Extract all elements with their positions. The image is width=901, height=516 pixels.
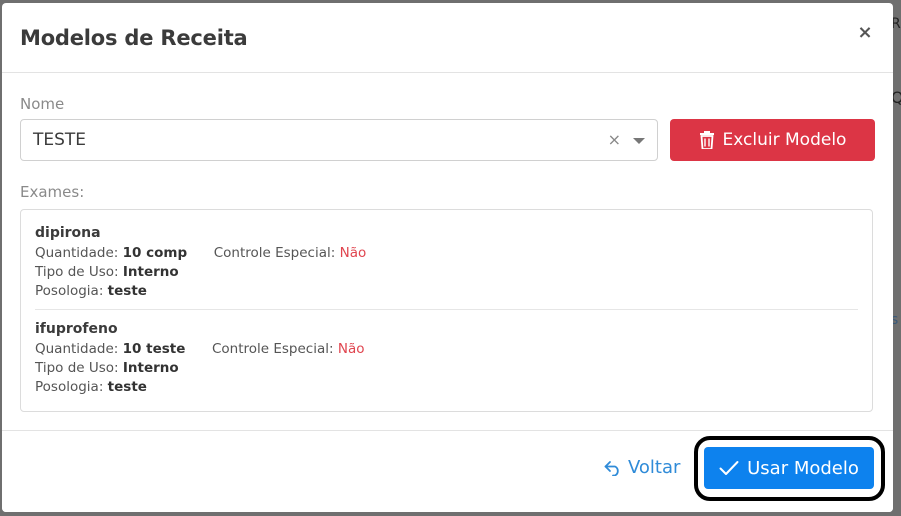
caret-down-icon[interactable] [633,138,645,144]
template-name-select[interactable]: TESTE × [20,119,658,161]
modal-title: Modelos de Receita [20,25,248,50]
use-template-label: Usar Modelo [747,457,859,479]
exam-name: dipirona [35,225,101,241]
exam-posology-line: Posologia: teste [35,378,858,397]
posology-value: teste [107,379,147,395]
usage-type-value: Interno [122,360,179,376]
exam-quantity-line: Quantidade: 10 comp Controle Especial: N… [35,244,858,263]
posology-value: teste [107,283,147,299]
quantity-value: 10 teste [122,341,186,357]
special-control-label: Controle Especial: [213,245,336,261]
exam-usage-line: Tipo de Uso: Interno [35,359,858,378]
recipe-templates-modal: Modelos de Receita × Nome TESTE × Exclui… [2,3,893,512]
exam-quantity-line: Quantidade: 10 teste Controle Especial: … [35,340,858,359]
modal-header: Modelos de Receita × [2,3,893,73]
name-label: Nome [20,95,65,113]
exam-posology-line: Posologia: teste [35,282,858,301]
posology-label: Posologia: [35,283,104,299]
quantity-label: Quantidade: [35,341,119,357]
selected-template-value: TESTE [33,130,87,150]
special-control-label: Controle Especial: [211,341,334,357]
delete-template-label: Excluir Modelo [722,130,847,150]
list-item: dipirona Quantidade: 10 comp Controle Es… [35,224,858,301]
use-template-button[interactable]: Usar Modelo [704,447,874,489]
clear-selection-icon[interactable]: × [608,130,621,149]
list-item: ifuprofeno Quantidade: 10 teste Controle… [35,309,858,397]
quantity-value: 10 comp [122,245,188,261]
exams-label: Exames: [20,183,85,201]
usage-type-label: Tipo de Uso: [35,360,119,376]
trash-icon [699,131,714,149]
modal-footer: Voltar Usar Modelo [2,430,893,512]
undo-arrow-icon [604,460,619,476]
close-icon[interactable]: × [857,23,873,43]
check-icon [719,461,739,475]
special-control-value: Não [337,341,365,357]
quantity-label: Quantidade: [35,245,119,261]
usage-type-label: Tipo de Uso: [35,264,119,280]
name-row: TESTE × Excluir Modelo [20,119,875,161]
exam-name: ifuprofeno [35,321,118,337]
back-button[interactable]: Voltar [604,457,680,478]
modal-body: Nome TESTE × Excluir Modelo Exames: dipi… [2,73,893,412]
special-control-value: Não [339,245,367,261]
back-label: Voltar [628,457,681,478]
delete-template-button[interactable]: Excluir Modelo [670,119,875,161]
posology-label: Posologia: [35,379,104,395]
usage-type-value: Interno [122,264,179,280]
exams-list: dipirona Quantidade: 10 comp Controle Es… [20,209,873,412]
exam-usage-line: Tipo de Uso: Interno [35,263,858,282]
